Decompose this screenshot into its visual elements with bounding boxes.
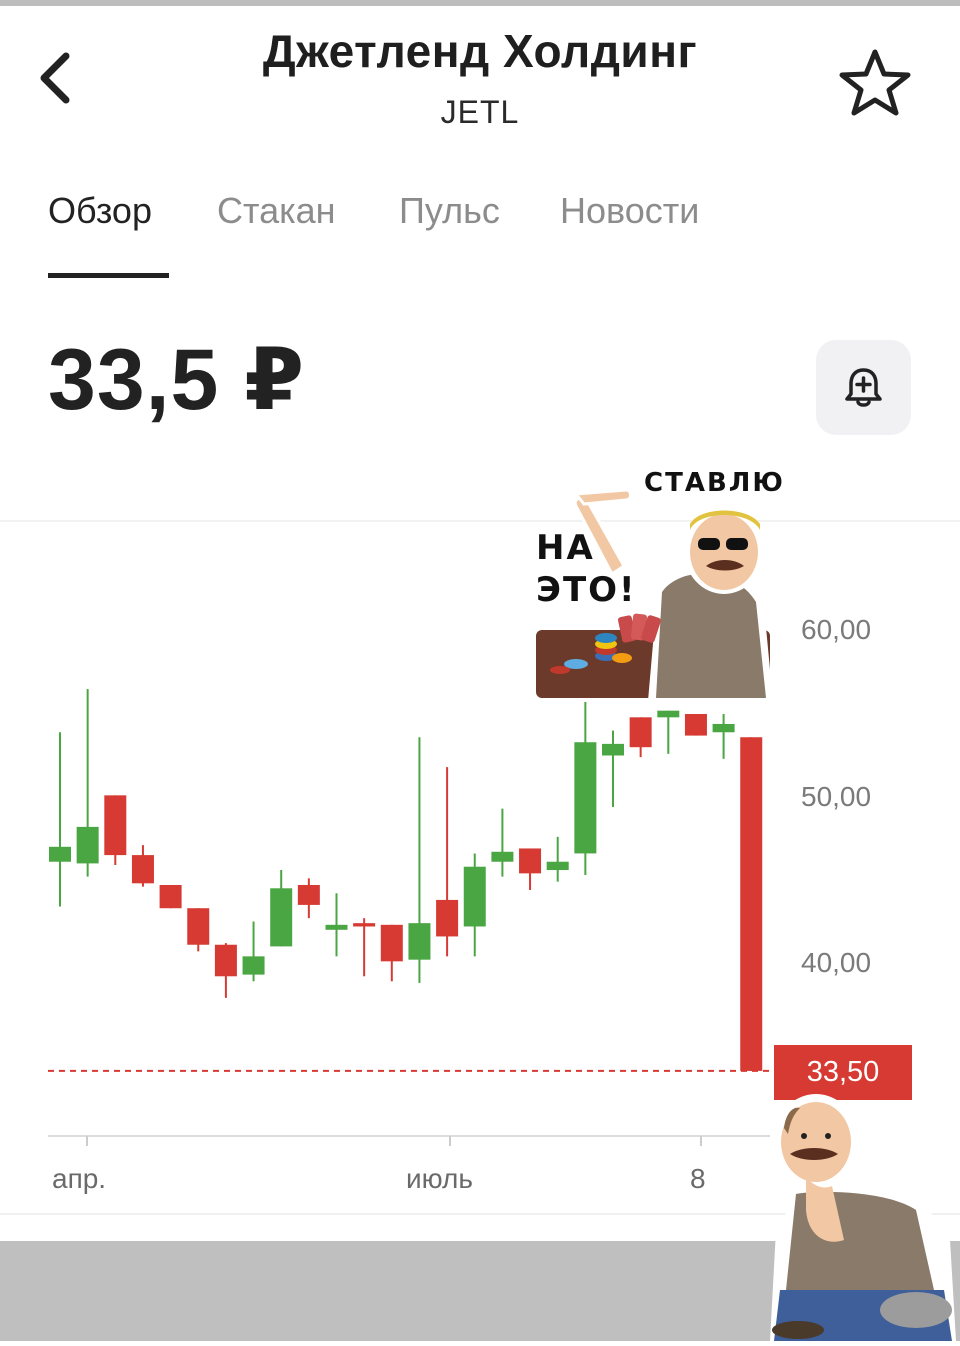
candle-down bbox=[380, 924, 403, 962]
y-tick-label: 60,00 bbox=[801, 614, 872, 645]
sticker-caption-line1: СТАВЛЮ bbox=[644, 468, 785, 498]
candle-up bbox=[574, 742, 597, 854]
x-tick-label: апр. bbox=[52, 1163, 107, 1194]
candle-up bbox=[546, 861, 569, 871]
candle-up bbox=[242, 956, 265, 975]
candle-down bbox=[353, 923, 376, 927]
candle-down bbox=[187, 908, 210, 945]
candle-up bbox=[76, 826, 99, 864]
candle-up bbox=[602, 743, 624, 756]
candle-down bbox=[297, 884, 320, 905]
candles-group bbox=[49, 689, 763, 1071]
candle-up bbox=[463, 866, 486, 927]
x-tick-label: июль bbox=[406, 1163, 473, 1194]
candle-up bbox=[49, 846, 71, 862]
candle-up bbox=[270, 888, 293, 947]
candle-up bbox=[325, 924, 348, 930]
candle-up bbox=[408, 923, 431, 960]
candle-down bbox=[519, 848, 542, 874]
candle-down bbox=[131, 855, 154, 884]
candle-down bbox=[740, 737, 763, 1071]
candle-up bbox=[712, 723, 735, 733]
candle-down bbox=[214, 944, 237, 977]
thinking-man-sticker bbox=[766, 1090, 960, 1341]
candle-down bbox=[159, 884, 182, 909]
thinking-man-illustration bbox=[770, 1094, 956, 1341]
candle-down bbox=[104, 795, 127, 856]
sticker-caption-line3: ЭТО! bbox=[536, 570, 637, 610]
candle-down bbox=[629, 717, 652, 748]
candle-up bbox=[657, 710, 680, 718]
y-tick-label: 40,00 bbox=[801, 947, 872, 978]
poker-player-sticker: СТАВЛЮ НА ЭТО! bbox=[528, 466, 783, 706]
candle-up bbox=[491, 851, 514, 862]
sticker-caption-line2: НА bbox=[536, 528, 595, 568]
candle-down bbox=[436, 899, 459, 937]
y-tick-label: 50,00 bbox=[801, 781, 872, 812]
candle-down bbox=[684, 714, 707, 736]
x-tick-label: 8 bbox=[690, 1163, 706, 1194]
